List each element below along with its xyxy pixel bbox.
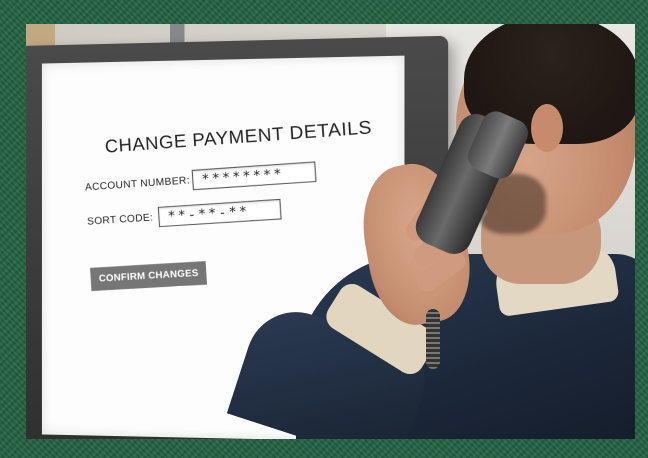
- account-number-field[interactable]: ********: [191, 161, 317, 191]
- confirm-changes-button[interactable]: CONFIRM CHANGES: [90, 261, 208, 292]
- photo: CHANGE PAYMENT DETAILS ACCOUNT NUMBER: *…: [26, 24, 635, 439]
- man-ear: [531, 104, 563, 152]
- account-number-row: ACCOUNT NUMBER: ********: [85, 156, 389, 197]
- telephone-cord: [426, 309, 440, 369]
- sort-code-row: SORT CODE: **-**-**: [87, 192, 391, 232]
- payment-form: CHANGE PAYMENT DETAILS ACCOUNT NUMBER: *…: [82, 116, 394, 340]
- account-number-label: ACCOUNT NUMBER:: [84, 174, 191, 193]
- sort-code-field[interactable]: **-**-**: [157, 198, 282, 228]
- form-title: CHANGE PAYMENT DETAILS: [104, 116, 373, 157]
- sort-code-label: SORT CODE:: [86, 211, 154, 228]
